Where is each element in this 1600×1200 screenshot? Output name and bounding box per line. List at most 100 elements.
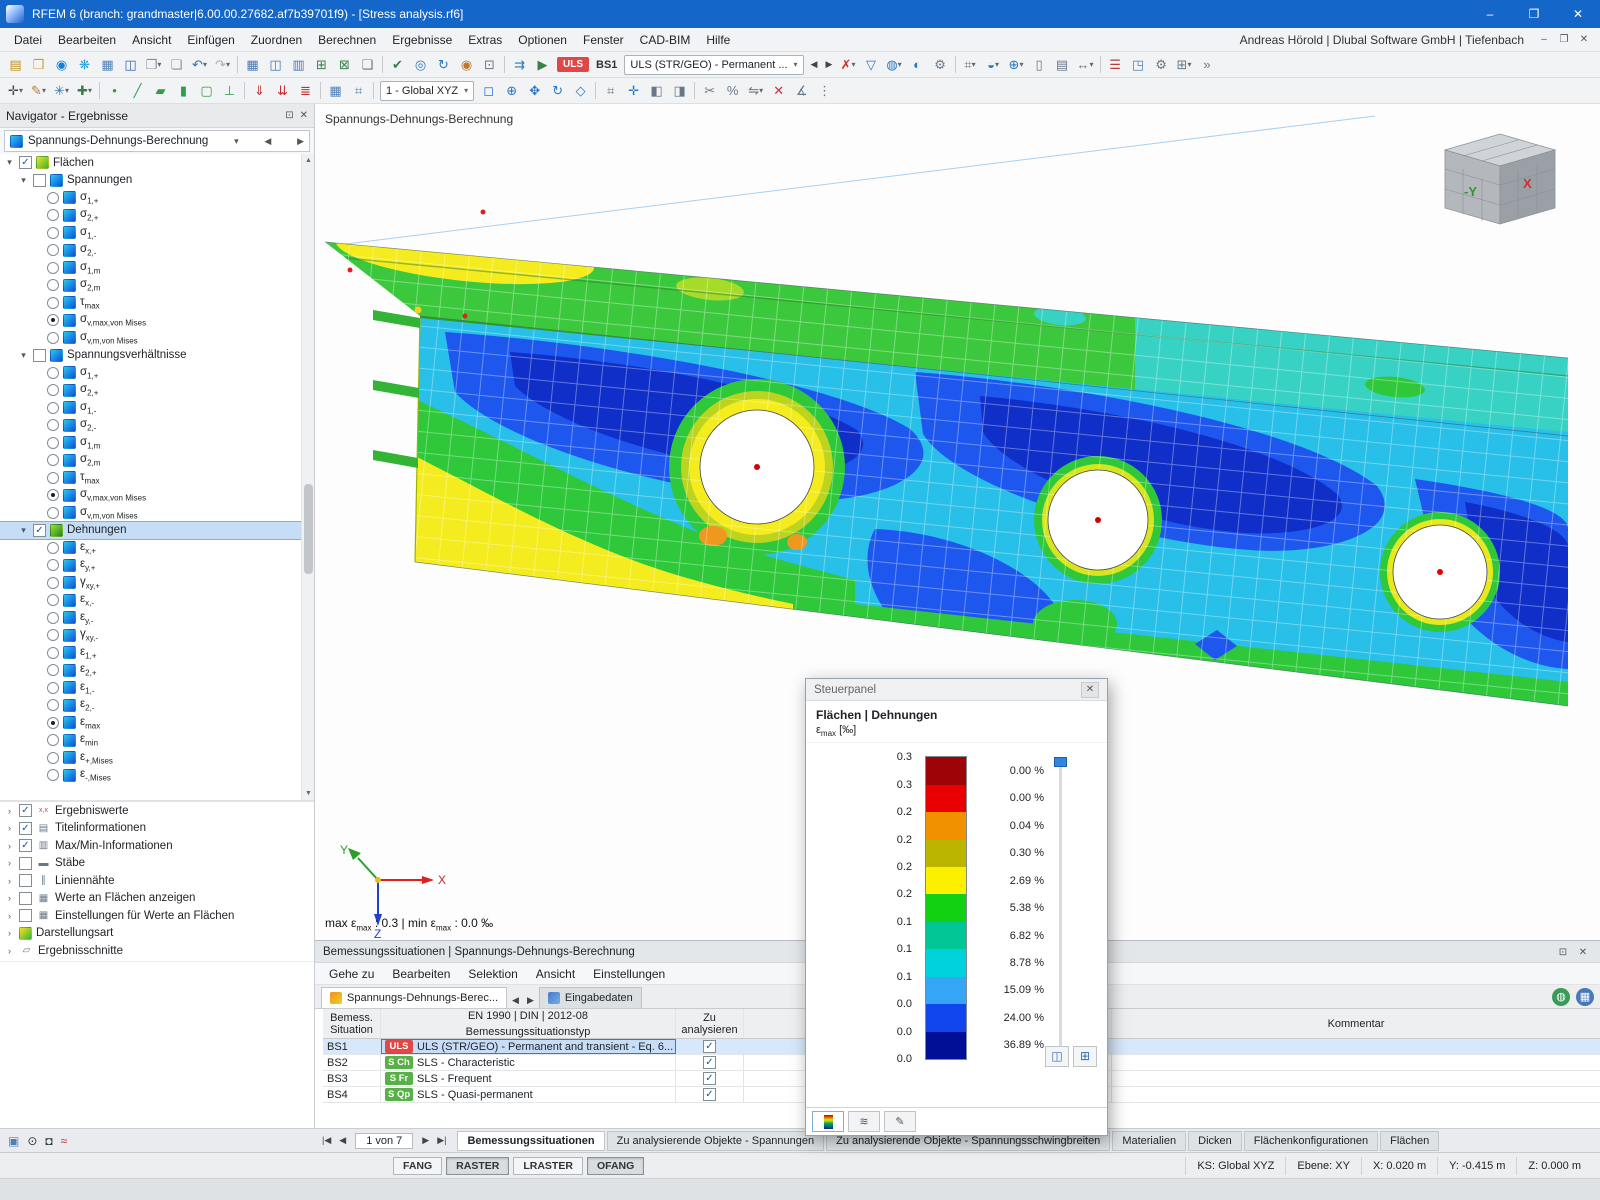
tree-item[interactable]: ›✓▥Max/Min-Informationen [0,837,314,855]
tree-item[interactable]: σ2,m [0,277,314,295]
menu-item-zuordnen[interactable]: Zuordnen [243,30,310,50]
zoom-in-icon[interactable]: ⊕ [500,80,523,102]
scrollbar-thumb[interactable] [304,484,313,574]
close-icon[interactable]: ✕ [1556,0,1600,28]
export-sg-icon[interactable]: ⊠ [333,54,356,76]
tree-item[interactable]: σ2,m [0,452,314,470]
radio-button[interactable] [47,682,59,694]
tree-item[interactable]: εy,- [0,609,314,627]
expander-icon[interactable]: › [4,946,15,956]
search-icon[interactable]: ◎ [409,54,432,76]
checkbox[interactable] [19,909,32,922]
prev-loadcase-icon[interactable]: ◀ [807,59,822,70]
copy-icon[interactable]: ❐▾ [142,54,165,76]
tree-item[interactable]: εx,+ [0,539,314,557]
radio-button[interactable] [47,629,59,641]
tree-item[interactable]: σv,m,von Mises [0,504,314,522]
tree-item[interactable]: ›Darstellungsart [0,925,314,943]
tree-item[interactable]: ›✓x,xErgebniswerte [0,802,314,820]
tree-item[interactable]: σ2,- [0,417,314,435]
bottom-tab-zu-analysierende-objekte-spannungen[interactable]: Zu analysierende Objekte - Spannungen [607,1131,825,1151]
export-view-icon[interactable]: ⊡ [478,54,501,76]
clipping-icon[interactable]: ◐ [906,54,929,76]
maximize-icon[interactable]: ❐ [1512,0,1556,28]
mesh-settings-icon[interactable]: ⌗ [347,80,370,102]
next-page-icon[interactable]: ▶ [419,1133,432,1148]
radio-button[interactable] [47,297,59,309]
tab-scroll-right-icon[interactable]: ▶ [524,993,537,1008]
mdi-restore-icon[interactable]: ❐ [1554,31,1574,49]
checkbox[interactable]: ✓ [19,822,32,835]
redo-icon[interactable]: ↷▾ [211,54,234,76]
radio-button[interactable] [47,489,59,501]
bottom-tab-materialien[interactable]: Materialien [1112,1131,1186,1151]
analyze-checkbox[interactable]: ✓ [703,1072,716,1085]
radio-button[interactable] [47,454,59,466]
tree-item[interactable]: ›▬Stäbe [0,855,314,873]
tree-item[interactable]: ›∥Liniennähte [0,872,314,890]
insert-support-icon[interactable]: ⊥ [218,80,241,102]
tree-item[interactable]: σ2,- [0,242,314,260]
tree-item[interactable]: σ1,+ [0,189,314,207]
control-panel-close-icon[interactable]: ✕ [1081,682,1099,698]
tree-item[interactable]: σv,max,von Mises [0,312,314,330]
radio-button[interactable] [47,699,59,711]
panel-menu-selektion[interactable]: Selektion [460,965,525,983]
bottom-tab-fl-chen[interactable]: Flächen [1380,1131,1439,1151]
tree-item[interactable]: τmax [0,294,314,312]
load-case-icon[interactable]: ⇓ [248,80,271,102]
panel-toggle-icon[interactable]: ▯ [1028,54,1051,76]
tree-item[interactable]: ε2,- [0,697,314,715]
tree-item[interactable]: ›▱Ergebnisschnitte [0,942,314,960]
loadcase-combo[interactable]: ULS (STR/GEO) - Permanent ...▾ [624,55,803,75]
pin-icon[interactable]: ⊡ [285,110,293,121]
node-marker-red-2[interactable] [348,268,353,273]
tab-color-scale[interactable] [812,1111,844,1132]
checkbox[interactable] [19,857,32,870]
opening-center-node-1[interactable] [754,464,760,470]
node-marker-yellow[interactable] [415,307,422,314]
show-values-icon[interactable]: ◒▾ [982,54,1005,76]
checkbox[interactable] [19,892,32,905]
expander-icon[interactable]: › [4,911,15,921]
tree-item[interactable]: σ1,m [0,434,314,452]
menu-item-optionen[interactable]: Optionen [510,30,575,50]
next-loadcase-icon[interactable]: ▶ [822,59,837,70]
edit-nodes-icon[interactable]: ✎▾ [27,80,50,102]
tree-item[interactable]: εx,- [0,592,314,610]
radio-button[interactable] [47,437,59,449]
tree-item[interactable]: σ2,+ [0,207,314,225]
check-model-icon[interactable]: ✔ [386,54,409,76]
tree-item[interactable]: ▾Spannungsverhältnisse [0,347,314,365]
opening-center-node-2[interactable] [1095,517,1101,523]
tree-item[interactable]: σ1,m [0,259,314,277]
scroll-down-icon[interactable]: ▼ [302,787,314,800]
calculate-all-icon[interactable]: ▶ [531,54,554,76]
tree-item[interactable]: ε1,+ [0,644,314,662]
insert-line-icon[interactable]: ╱ [126,80,149,102]
tab-smooth-ranges[interactable]: ≋ [848,1111,880,1132]
pdf-3d-icon[interactable]: ◳ [1127,54,1150,76]
render-mode-icon[interactable]: ◧ [645,80,668,102]
scroll-up-icon[interactable]: ▲ [302,154,314,167]
axes-icon[interactable]: ✛ [622,80,645,102]
tree-item[interactable]: σ2,+ [0,382,314,400]
visibility-eye-icon[interactable]: ⊙ [27,1134,37,1148]
minimize-icon[interactable]: – [1468,0,1512,28]
regenerate-icon[interactable]: ↻ [432,54,455,76]
manage-models-icon[interactable]: ▦ [96,54,119,76]
checkbox[interactable]: ✓ [33,524,46,537]
new-file-icon[interactable]: ▤ [4,54,27,76]
dock-panel-icon[interactable]: ◫ [1045,1046,1069,1067]
percent-icon[interactable]: % [721,80,744,102]
tree-item[interactable]: ε1,- [0,679,314,697]
analyze-checkbox[interactable]: ✓ [703,1040,716,1053]
expander-icon[interactable]: › [4,841,15,851]
radio-button[interactable] [47,227,59,239]
panel-menu-bearbeiten[interactable]: Bearbeiten [384,965,458,983]
export-table-icon[interactable]: ⊞ [310,54,333,76]
guidelines-icon[interactable]: ✚▾ [73,80,96,102]
menu-item-ergebnisse[interactable]: Ergebnisse [384,30,460,50]
tree-item[interactable]: εmin [0,732,314,750]
navigator-close-icon[interactable]: ✕ [300,110,308,121]
